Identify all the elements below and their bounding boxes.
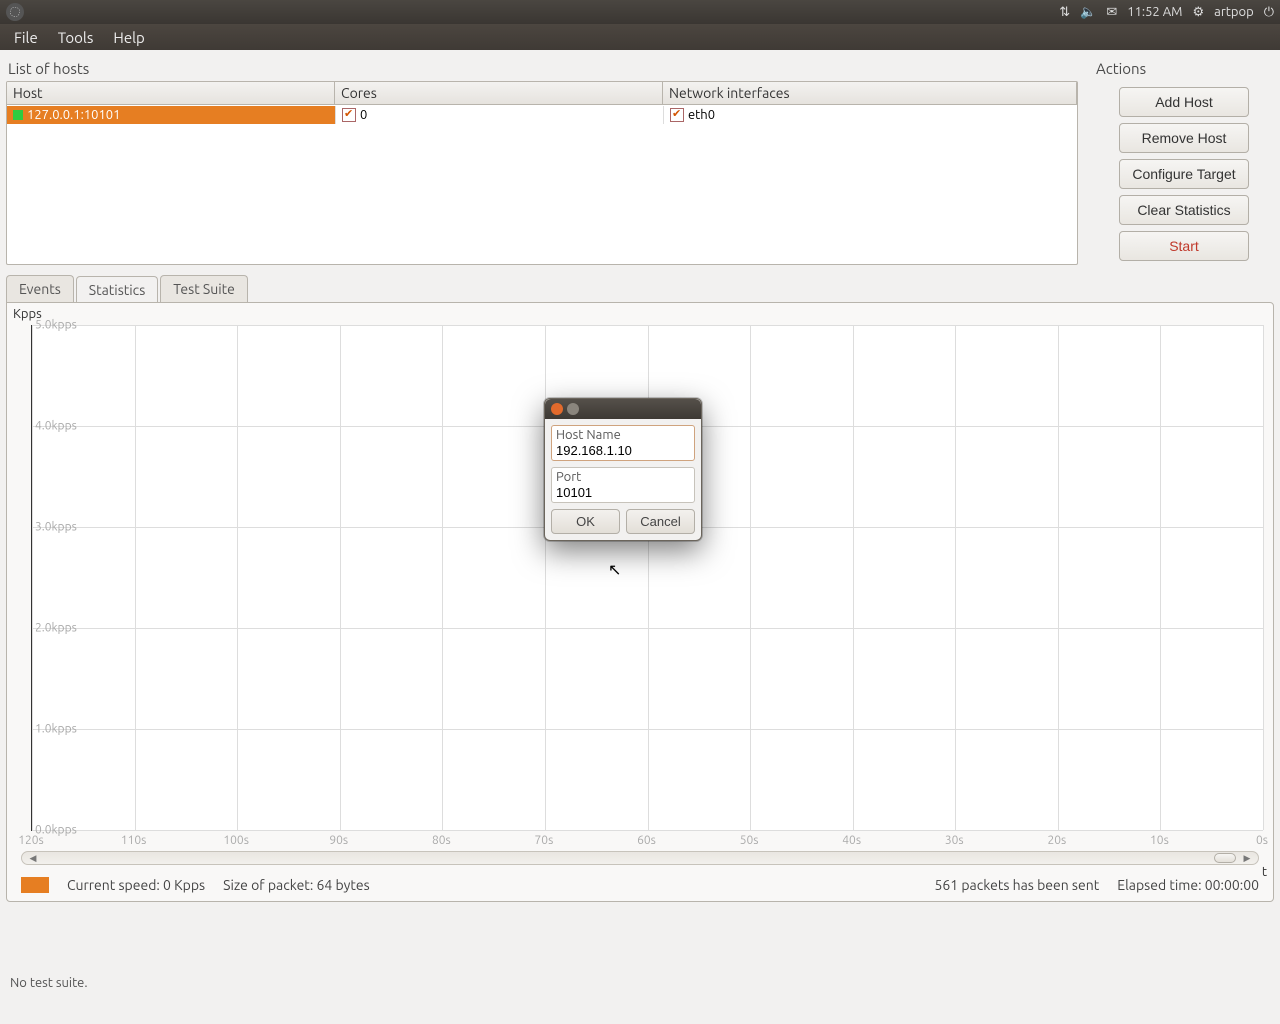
x-tick: 40s	[842, 834, 861, 847]
x-tick: 120s	[18, 834, 44, 847]
tab-testsuite[interactable]: Test Suite	[160, 275, 248, 302]
system-bar: 11:52 AM artpop	[0, 0, 1280, 24]
mail-indicator-icon[interactable]	[1106, 5, 1117, 20]
menu-file[interactable]: File	[4, 26, 48, 49]
remove-host-button[interactable]: Remove Host	[1119, 123, 1249, 153]
actions-title: Actions	[1094, 56, 1274, 81]
x-tick: 60s	[637, 834, 656, 847]
packets-sent: 561 packets has been sent	[934, 877, 1099, 893]
scroll-thumb[interactable]	[1214, 853, 1236, 863]
scroll-left-icon[interactable]: ◀	[24, 852, 42, 864]
hosts-table: Host Cores Network interfaces 127.0.0.1:…	[6, 81, 1078, 265]
cores-checkbox[interactable]	[342, 108, 356, 122]
network-indicator-icon[interactable]	[1059, 5, 1070, 20]
net-cell: eth0	[688, 108, 715, 122]
settings-gear-icon[interactable]	[1193, 5, 1205, 20]
port-label: Port	[556, 470, 690, 484]
x-tick: 80s	[432, 834, 451, 847]
username[interactable]: artpop	[1214, 5, 1254, 19]
ok-button[interactable]: OK	[551, 509, 620, 534]
y-tick: 3.0kpps	[35, 521, 77, 534]
col-cores[interactable]: Cores	[335, 82, 663, 105]
elapsed-time: Elapsed time: 00:00:00	[1117, 877, 1259, 893]
y-tick: 2.0kpps	[35, 622, 77, 635]
hostname-label: Host Name	[556, 428, 690, 442]
start-button[interactable]: Start	[1119, 231, 1249, 261]
x-tick: 30s	[945, 834, 964, 847]
x-tick: 10s	[1150, 834, 1169, 847]
add-host-dialog: Host Name Port OK Cancel	[544, 398, 702, 541]
packet-size: Size of packet: 64 bytes	[223, 877, 370, 893]
port-input[interactable]	[556, 485, 690, 500]
tab-events[interactable]: Events	[6, 275, 74, 302]
col-host[interactable]: Host	[7, 82, 335, 105]
tab-statistics[interactable]: Statistics	[76, 276, 158, 303]
x-axis-label: t	[1262, 865, 1267, 879]
current-speed: Current speed: 0 Kpps	[67, 877, 205, 893]
chart-scrollbar[interactable]: ◀ ▶	[21, 851, 1259, 865]
x-tick: 0s	[1256, 834, 1268, 847]
table-row[interactable]: 127.0.0.1:10101 0 eth0	[7, 105, 1077, 125]
add-host-button[interactable]: Add Host	[1119, 87, 1249, 117]
x-tick: 100s	[223, 834, 249, 847]
x-tick: 90s	[329, 834, 348, 847]
ubuntu-roundel-icon	[6, 3, 24, 21]
x-tick: 70s	[535, 834, 554, 847]
x-tick: 20s	[1047, 834, 1066, 847]
cancel-button[interactable]: Cancel	[626, 509, 695, 534]
hosts-title: List of hosts	[6, 56, 1078, 81]
footer-status: No test suite.	[10, 976, 88, 990]
volume-indicator-icon[interactable]	[1080, 5, 1096, 20]
chart-panel: Kpps t ◀ ▶ Current speed: 0 Kpps Size of…	[6, 302, 1274, 902]
menu-help[interactable]: Help	[103, 26, 154, 49]
configure-target-button[interactable]: Configure Target	[1119, 159, 1249, 189]
x-tick: 110s	[121, 834, 147, 847]
col-net[interactable]: Network interfaces	[663, 82, 1077, 105]
close-icon[interactable]	[551, 403, 563, 415]
y-tick: 4.0kpps	[35, 420, 77, 433]
series-color-swatch	[21, 877, 49, 893]
y-tick: 1.0kpps	[35, 723, 77, 736]
power-icon[interactable]	[1264, 5, 1274, 20]
status-indicator-icon	[13, 110, 23, 120]
host-cell: 127.0.0.1:10101	[27, 108, 120, 122]
dialog-titlebar[interactable]	[545, 399, 701, 419]
minimize-icon[interactable]	[567, 403, 579, 415]
menu-tools[interactable]: Tools	[48, 26, 104, 49]
scroll-right-icon[interactable]: ▶	[1238, 852, 1256, 864]
x-tick: 50s	[740, 834, 759, 847]
menubar: File Tools Help	[0, 24, 1280, 50]
cores-cell: 0	[360, 108, 367, 122]
hostname-input[interactable]	[556, 443, 690, 458]
y-tick: 5.0kpps	[35, 319, 77, 332]
net-checkbox[interactable]	[670, 108, 684, 122]
clock[interactable]: 11:52 AM	[1127, 5, 1182, 19]
clear-statistics-button[interactable]: Clear Statistics	[1119, 195, 1249, 225]
